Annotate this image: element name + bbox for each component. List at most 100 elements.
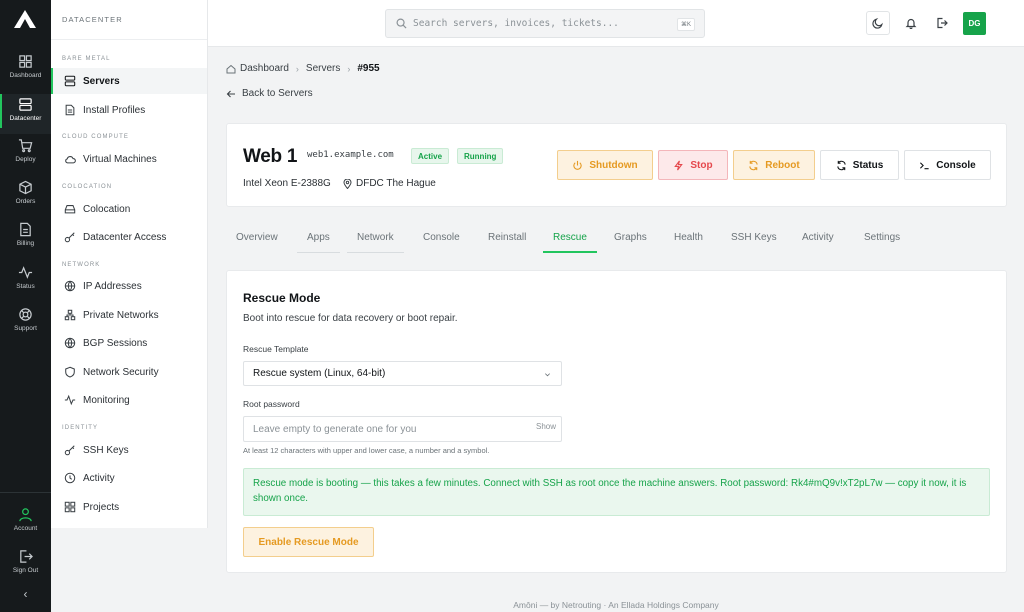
footer: Amôni — by Netrouting · An Ellada Holdin… bbox=[513, 600, 719, 610]
rail-item-orders[interactable]: Orders bbox=[0, 180, 51, 220]
rail-item-account[interactable]: Account bbox=[0, 507, 51, 547]
tab-activity[interactable]: Activity bbox=[792, 226, 844, 253]
sidebar-item-label: BGP Sessions bbox=[83, 337, 148, 349]
theme-toggle-button[interactable] bbox=[866, 11, 890, 35]
tab-overview[interactable]: Overview bbox=[226, 226, 288, 253]
section-identity: IDENTITY bbox=[62, 425, 99, 431]
server-hostname: web1.example.com bbox=[307, 150, 394, 160]
back-link-label: Back to Servers bbox=[242, 88, 313, 99]
section-cloud-compute: CLOUD COMPUTE bbox=[62, 134, 129, 140]
tab-settings[interactable]: Settings bbox=[854, 226, 910, 253]
top-bar: Search servers, invoices, tickets... ⌘K … bbox=[208, 0, 1024, 47]
server-location: DFDC The Hague bbox=[343, 178, 436, 189]
rail-item-dashboard[interactable]: Dashboard bbox=[0, 54, 51, 94]
app-rail: Dashboard Datacenter Deploy Orders Billi… bbox=[0, 0, 51, 612]
cart-icon bbox=[18, 139, 33, 153]
sidebar-item-label: Virtual Machines bbox=[83, 153, 157, 165]
globe-icon bbox=[64, 280, 76, 292]
console-button[interactable]: Console bbox=[904, 150, 991, 180]
sidebar-item-bgp-sessions[interactable]: BGP Sessions bbox=[51, 330, 207, 356]
stop-button[interactable]: Stop bbox=[658, 150, 728, 180]
bolt-icon bbox=[674, 160, 684, 170]
refresh-icon bbox=[749, 160, 758, 170]
sidebar-item-label: Colocation bbox=[83, 203, 131, 215]
rescue-panel: Rescue Mode Boot into rescue for data re… bbox=[226, 270, 1007, 573]
server-cpu: Intel Xeon E-2388G bbox=[243, 178, 331, 189]
sidebar-item-monitoring[interactable]: Monitoring bbox=[51, 387, 207, 413]
sidebar-item-colocation[interactable]: Colocation bbox=[51, 196, 207, 222]
search-icon bbox=[396, 18, 407, 29]
tab-console[interactable]: Console bbox=[413, 226, 470, 253]
sidebar-item-network-security[interactable]: Network Security bbox=[51, 359, 207, 385]
sidebar-item-ssh-keys[interactable]: SSH Keys bbox=[51, 437, 207, 463]
password-label: Root password bbox=[243, 399, 300, 409]
box-icon bbox=[19, 180, 32, 195]
rail-label: Account bbox=[13, 525, 38, 532]
key-icon bbox=[64, 232, 75, 243]
tab-network[interactable]: Network bbox=[347, 226, 404, 253]
sidebar-item-activity[interactable]: Activity bbox=[51, 465, 207, 491]
status-button[interactable]: Status bbox=[820, 150, 899, 180]
sidebar-item-private-networks[interactable]: Private Networks bbox=[51, 302, 207, 328]
rescue-template-value: Rescue system (Linux, 64-bit) bbox=[253, 368, 386, 379]
rail-label: Datacenter bbox=[9, 115, 42, 122]
sidebar: DATACENTER BARE METAL Servers Install Pr… bbox=[51, 0, 208, 528]
tab-graphs[interactable]: Graphs bbox=[604, 226, 657, 253]
tab-reinstall[interactable]: Reinstall bbox=[478, 226, 536, 253]
status-label: Status bbox=[852, 159, 884, 171]
enable-rescue-button[interactable]: Enable Rescue Mode bbox=[243, 527, 374, 557]
server-location-label: DFDC The Hague bbox=[356, 178, 436, 189]
rail-item-billing[interactable]: Billing bbox=[0, 222, 51, 262]
breadcrumb-dashboard[interactable]: Dashboard bbox=[240, 63, 289, 74]
tab-ssh-keys[interactable]: SSH Keys bbox=[721, 226, 787, 253]
rail-collapse-button[interactable]: ‹ bbox=[0, 587, 51, 612]
show-password-button[interactable]: Show bbox=[536, 422, 556, 431]
rail-item-support[interactable]: Support bbox=[0, 307, 51, 347]
tab-rescue[interactable]: Rescue bbox=[543, 226, 597, 253]
rail-item-status[interactable]: Status bbox=[0, 265, 51, 305]
clock-icon bbox=[64, 472, 76, 484]
signout-icon bbox=[937, 17, 948, 29]
template-label: Rescue Template bbox=[243, 344, 309, 354]
console-label: Console bbox=[936, 159, 976, 171]
tab-apps[interactable]: Apps bbox=[297, 226, 340, 253]
rail-item-datacenter[interactable]: Datacenter bbox=[0, 94, 51, 134]
search-shortcut: ⌘K bbox=[676, 18, 695, 31]
sidebar-item-servers[interactable]: Servers bbox=[51, 68, 207, 94]
rail-item-signout[interactable]: Sign Out bbox=[0, 549, 51, 589]
sidebar-item-label: Datacenter Access bbox=[83, 231, 167, 243]
root-password-field[interactable]: Leave empty to generate one for you Show bbox=[243, 416, 562, 442]
status-badge-running: Running bbox=[457, 148, 504, 164]
terminal-icon bbox=[920, 161, 929, 169]
activity-icon bbox=[64, 394, 76, 406]
rail-label: Orders bbox=[15, 198, 36, 205]
rescue-title: Rescue Mode bbox=[243, 291, 321, 305]
dashboard-icon bbox=[19, 55, 32, 68]
rail-item-deploy[interactable]: Deploy bbox=[0, 138, 51, 178]
logo-icon[interactable] bbox=[14, 10, 36, 28]
drive-icon bbox=[64, 205, 76, 214]
rail-divider bbox=[0, 492, 51, 493]
status-badge-active: Active bbox=[411, 148, 450, 164]
sidebar-item-virtual-machines[interactable]: Virtual Machines bbox=[51, 146, 207, 172]
sidebar-item-label: Network Security bbox=[83, 366, 159, 378]
file-icon bbox=[20, 222, 31, 237]
rescue-template-select[interactable]: Rescue system (Linux, 64-bit) bbox=[243, 361, 562, 386]
logout-button[interactable] bbox=[930, 11, 954, 35]
sidebar-item-label: Activity bbox=[83, 472, 115, 484]
avatar[interactable]: DG bbox=[963, 12, 986, 35]
section-network: NETWORK bbox=[62, 262, 101, 268]
sidebar-item-datacenter-access[interactable]: Datacenter Access bbox=[51, 224, 207, 250]
rail-label: Sign Out bbox=[12, 567, 39, 574]
notifications-button[interactable] bbox=[899, 11, 923, 35]
reboot-button[interactable]: Reboot bbox=[733, 150, 815, 180]
sidebar-item-install-profiles[interactable]: Install Profiles bbox=[51, 97, 207, 123]
rescue-status-alert: Rescue mode is booting — this takes a fe… bbox=[243, 468, 990, 516]
back-link[interactable]: Back to Servers bbox=[226, 88, 313, 99]
sidebar-item-projects[interactable]: Projects bbox=[51, 494, 207, 520]
search-input[interactable]: Search servers, invoices, tickets... ⌘K bbox=[385, 9, 705, 38]
breadcrumb-servers[interactable]: Servers bbox=[306, 63, 340, 74]
shutdown-button[interactable]: Shutdown bbox=[557, 150, 653, 180]
sidebar-item-ip-addresses[interactable]: IP Addresses bbox=[51, 273, 207, 299]
tab-health[interactable]: Health bbox=[664, 226, 713, 253]
